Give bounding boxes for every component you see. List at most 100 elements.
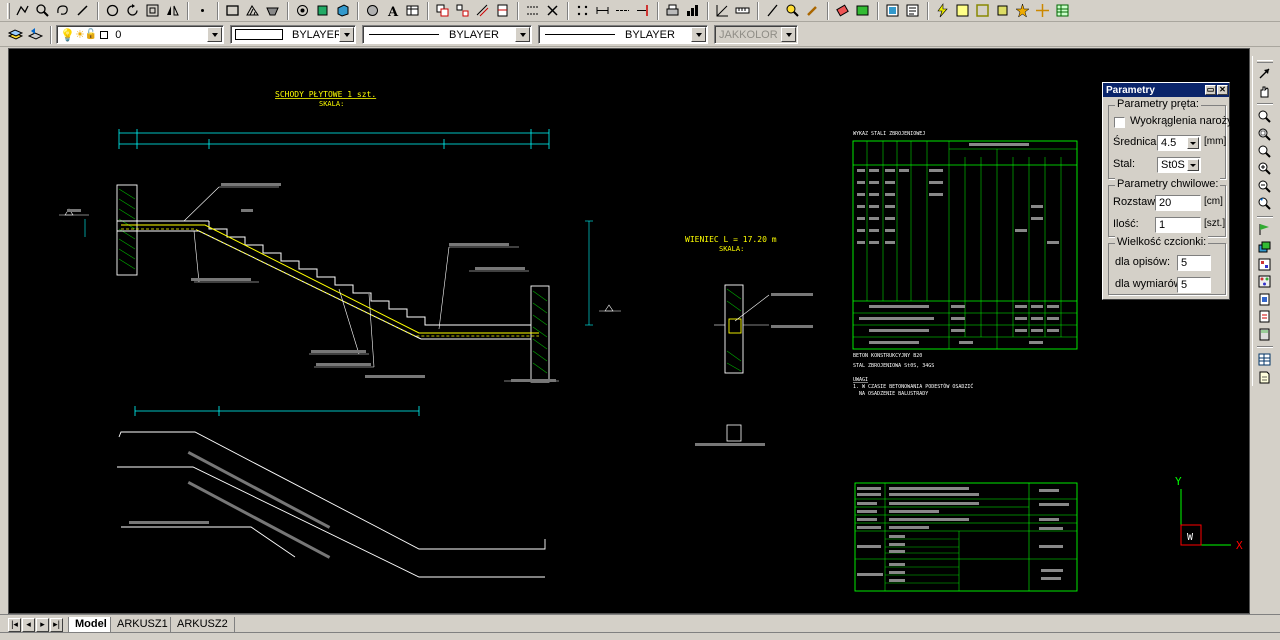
dims-size-input[interactable]: 5	[1177, 277, 1211, 293]
desc-size-input[interactable]: 5	[1177, 255, 1211, 271]
palette-titlebar[interactable]: Parametry ▭ ✕	[1103, 83, 1229, 97]
toolbar-grip[interactable]	[1256, 60, 1273, 63]
zoom-out-icon[interactable]	[1255, 179, 1274, 194]
block-icon[interactable]	[313, 1, 332, 20]
slash-icon[interactable]	[763, 1, 782, 20]
first-tab-icon[interactable]: |◂	[8, 618, 21, 632]
chevron-down-icon[interactable]	[1187, 159, 1199, 171]
print-icon[interactable]	[663, 1, 682, 20]
rectangle-icon[interactable]	[223, 1, 242, 20]
text-style-icon[interactable]	[363, 1, 382, 20]
zoom-dynamic-icon[interactable]	[1255, 144, 1274, 159]
dim-linear-icon[interactable]	[593, 1, 612, 20]
point-icon[interactable]	[193, 1, 212, 20]
toolbar-grip[interactable]	[7, 2, 10, 19]
tab-model[interactable]: Model	[68, 617, 114, 633]
snap-icon[interactable]	[783, 1, 802, 20]
zoom-in-icon[interactable]	[1255, 161, 1274, 176]
extend-icon[interactable]	[633, 1, 652, 20]
tab-arkusz1[interactable]: ARKUSZ1	[110, 617, 175, 633]
spreadsheet-icon[interactable]	[1053, 1, 1072, 20]
stretch-icon[interactable]	[473, 1, 492, 20]
lasso-icon[interactable]	[53, 1, 72, 20]
tool-palettes-icon[interactable]	[1255, 274, 1274, 289]
drawing-canvas[interactable]: SCHODY PŁYTOWE 1 szt. SKALA: WIENIEC L =…	[8, 48, 1250, 614]
note-icon[interactable]	[953, 1, 972, 20]
frame-icon[interactable]	[973, 1, 992, 20]
zoom-realtime-icon[interactable]	[1255, 109, 1274, 124]
move-icon[interactable]	[1033, 1, 1052, 20]
next-tab-icon[interactable]: ▸	[36, 618, 49, 632]
chevron-down-icon[interactable]	[339, 27, 354, 42]
tab-arkusz2[interactable]: ARKUSZ2	[170, 617, 235, 633]
chevron-down-icon[interactable]	[691, 27, 706, 42]
frame-alt-icon[interactable]	[993, 1, 1012, 20]
chevron-down-icon[interactable]	[515, 27, 530, 42]
eraser-icon[interactable]	[833, 1, 852, 20]
layer-previous-icon[interactable]	[26, 25, 45, 44]
chevron-down-icon[interactable]	[207, 27, 222, 42]
zoom-previous-icon[interactable]	[1255, 196, 1274, 211]
design-center-icon[interactable]	[1255, 257, 1274, 272]
trim-icon[interactable]	[493, 1, 512, 20]
polyline-icon[interactable]	[13, 1, 32, 20]
rotate-icon[interactable]	[123, 1, 142, 20]
toolbar-separator	[1256, 102, 1273, 105]
drawing-svg[interactable]: SCHODY PŁYTOWE 1 szt. SKALA: WIENIEC L =…	[9, 49, 1250, 614]
calculator-icon[interactable]	[1255, 327, 1274, 342]
document-icon[interactable]	[1255, 370, 1274, 385]
steel-select[interactable]: St0S	[1157, 157, 1201, 173]
break-icon[interactable]	[523, 1, 542, 20]
flag-icon[interactable]	[1255, 222, 1274, 237]
region-icon[interactable]	[263, 1, 282, 20]
star-icon[interactable]	[1013, 1, 1032, 20]
text-icon[interactable]: A	[383, 1, 402, 20]
sheet-set-icon[interactable]	[1255, 292, 1274, 307]
zoom-window-icon[interactable]	[1255, 126, 1274, 141]
layer-manager-icon[interactable]	[6, 25, 25, 44]
grid-dots-icon[interactable]	[573, 1, 592, 20]
toolbar-separator	[877, 1, 879, 20]
close-icon[interactable]: ✕	[1217, 85, 1228, 95]
prev-tab-icon[interactable]: ◂	[22, 618, 35, 632]
layers-icon[interactable]	[1255, 239, 1274, 254]
color-dropdown[interactable]: BYLAYER	[230, 25, 356, 44]
dim-continue-icon[interactable]	[613, 1, 632, 20]
layer-dropdown[interactable]: 💡 ☀ 🔓 0	[56, 25, 224, 44]
angle-icon[interactable]	[713, 1, 732, 20]
count-input[interactable]: 1	[1155, 217, 1201, 233]
last-tab-icon[interactable]: ▸|	[50, 618, 63, 632]
lineweight-dropdown[interactable]: BYLAYER	[538, 25, 708, 44]
target-icon[interactable]	[293, 1, 312, 20]
lightning-icon[interactable]	[933, 1, 952, 20]
corner-rounding-checkbox[interactable]	[1114, 117, 1125, 128]
table-icon[interactable]	[403, 1, 422, 20]
circle-icon[interactable]	[103, 1, 122, 20]
explode-icon[interactable]	[543, 1, 562, 20]
properties-icon[interactable]	[903, 1, 922, 20]
dock-icon[interactable]: ▭	[1205, 85, 1216, 95]
hatch-icon[interactable]	[243, 1, 262, 20]
grid-table-icon[interactable]	[1255, 352, 1274, 367]
pan-hand-icon[interactable]	[1255, 83, 1274, 98]
brush-icon[interactable]	[803, 1, 822, 20]
mirror-icon[interactable]	[163, 1, 182, 20]
window-icon[interactable]	[883, 1, 902, 20]
ruler-icon[interactable]	[733, 1, 752, 20]
pan-arrow-icon[interactable]	[1255, 66, 1274, 81]
markup-icon[interactable]	[1255, 309, 1274, 324]
linetype-dropdown[interactable]: BYLAYER	[362, 25, 532, 44]
spacing-input[interactable]: 20	[1155, 195, 1201, 211]
diameter-select[interactable]: 4.5	[1157, 135, 1201, 151]
pen-icon[interactable]	[73, 1, 92, 20]
offset-icon[interactable]	[143, 1, 162, 20]
layer-icon[interactable]	[853, 1, 872, 20]
zoom-icon[interactable]	[33, 1, 52, 20]
bar-chart-icon[interactable]	[683, 1, 702, 20]
copy-icon[interactable]	[433, 1, 452, 20]
remark-1: 1. W CZASIE BETONOWANIA PODESTÓW OSADZIĆ	[853, 383, 973, 390]
3d-box-icon[interactable]	[333, 1, 352, 20]
parameters-palette[interactable]: Parametry ▭ ✕ Parametry pręta: Wyokrągle…	[1102, 82, 1233, 300]
array-icon[interactable]	[453, 1, 472, 20]
chevron-down-icon[interactable]	[1187, 137, 1199, 149]
